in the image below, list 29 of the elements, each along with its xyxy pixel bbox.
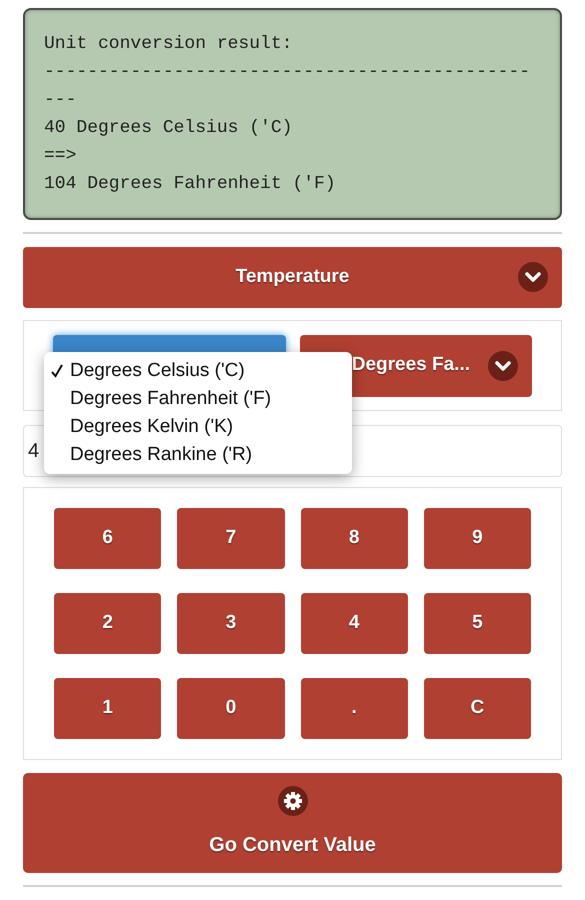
menu-option[interactable]: Degrees Kelvin ('K)	[44, 413, 352, 441]
result-line: 104 Degrees Fahrenheit ('F)	[44, 173, 337, 196]
keypad-key[interactable]: 3	[177, 593, 284, 654]
option-label: Degrees Kelvin ('K)	[70, 414, 234, 439]
keypad-key[interactable]: C	[424, 678, 531, 739]
keypad-key[interactable]: 6	[54, 508, 162, 569]
keypad-key[interactable]: 8	[300, 508, 408, 569]
result-line: Unit conversion result:	[44, 33, 294, 56]
result-line: ---	[44, 89, 78, 112]
gear-icon	[278, 786, 308, 816]
keypad-key[interactable]: 5	[424, 593, 531, 654]
keypad-key[interactable]: .	[300, 678, 408, 739]
keypad-key[interactable]: 1	[54, 678, 162, 739]
result-line: ---------------------------------------------	[44, 61, 532, 84]
keypad-key[interactable]: 9	[424, 508, 531, 569]
menu-option[interactable]: Degrees Rankine ('R)	[44, 441, 352, 469]
category-select[interactable]: Temperature	[23, 247, 562, 308]
keypad-key[interactable]: 4	[300, 593, 408, 654]
chevron-down-icon	[518, 262, 548, 292]
result-line: ==>	[44, 145, 78, 168]
convert-button[interactable]: Go Convert Value	[23, 773, 562, 873]
chevron-down-icon	[488, 350, 518, 380]
result-line: 40 Degrees Celsius ('C)	[44, 117, 294, 140]
keypad-key[interactable]: 7	[177, 508, 284, 569]
option-label: Degrees Fahrenheit ('F)	[70, 386, 272, 411]
keypad-key[interactable]: 0	[177, 678, 284, 739]
keypad-key[interactable]: 2	[54, 593, 162, 654]
option-label: Degrees Rankine ('R)	[70, 442, 252, 467]
option-label: Degrees Celsius ('C)	[70, 358, 245, 383]
